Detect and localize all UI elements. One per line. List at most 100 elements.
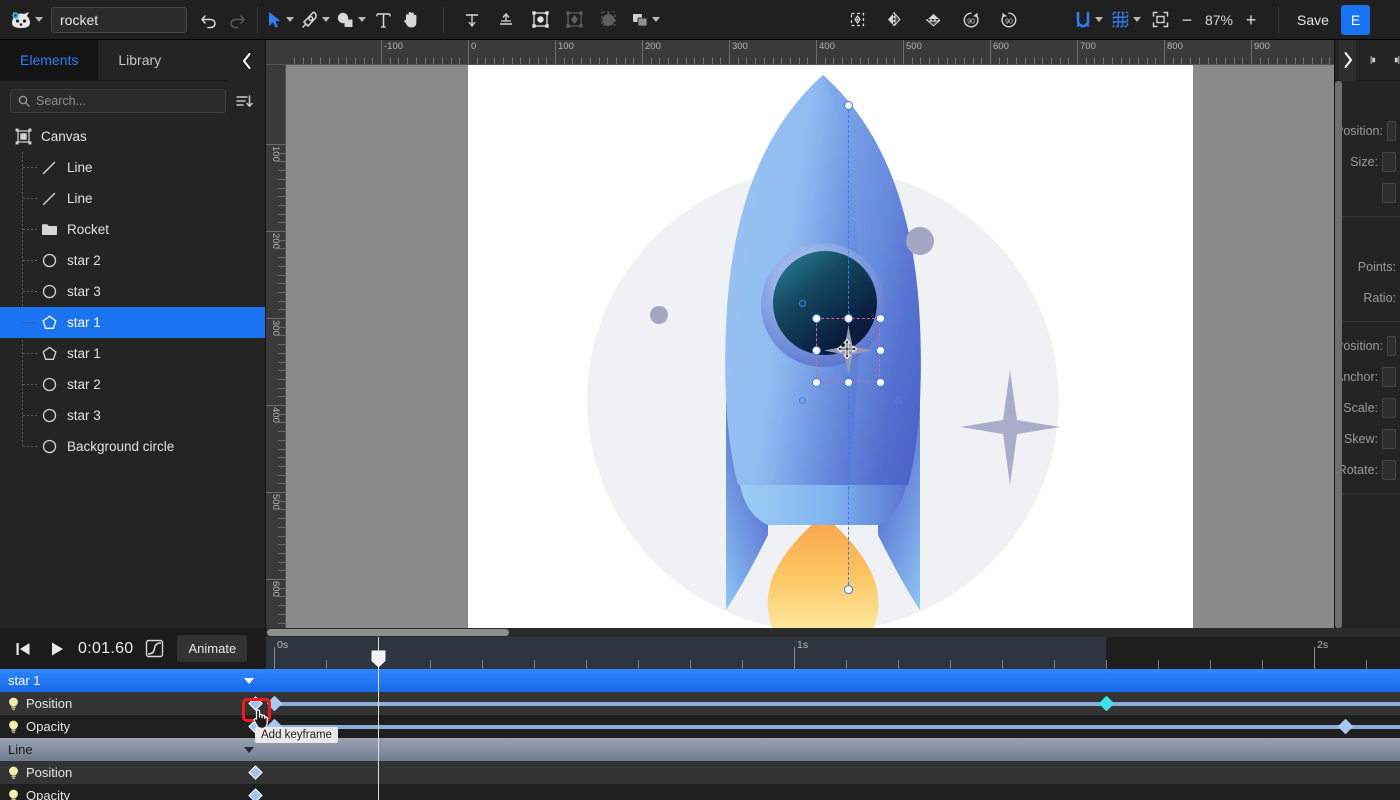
stopwatch-bulb-icon[interactable] [8, 697, 19, 711]
save-button[interactable]: Save [1285, 6, 1341, 34]
align-left-icon[interactable] [1370, 52, 1378, 68]
vertical-ruler[interactable]: 100 200 300 400 500 600 [266, 65, 286, 628]
keyframe-track[interactable] [266, 784, 1400, 800]
shape-tool-button[interactable] [333, 5, 369, 35]
track-group-chevron-down-icon[interactable] [244, 678, 254, 684]
tree-item-star-2[interactable]: star 2 [0, 369, 265, 400]
track-group-chevron-down-icon[interactable] [244, 747, 254, 753]
filename-input[interactable] [51, 6, 187, 33]
stopwatch-bulb-icon[interactable] [8, 766, 19, 780]
sort-list-button[interactable] [234, 92, 255, 111]
scale-handle-tc[interactable] [844, 314, 853, 323]
property-input[interactable] [1386, 335, 1396, 356]
keyframe-track[interactable] [266, 692, 1400, 715]
track-property-opacity[interactable]: Opacity [0, 715, 1400, 738]
easing-curve-button[interactable] [141, 636, 167, 662]
scale-handle-mr[interactable] [876, 346, 885, 355]
property-input[interactable] [1382, 182, 1396, 203]
track-property-opacity[interactable]: Opacity [0, 784, 1400, 800]
right-panel-scrollbar[interactable] [1335, 81, 1342, 628]
group-selection-tool-button[interactable] [526, 5, 554, 35]
app-logo-button[interactable] [0, 10, 43, 30]
expand-right-panel-button[interactable] [1339, 40, 1357, 81]
zoom-in-button[interactable]: + [1240, 11, 1262, 29]
tree-item-star-3[interactable]: star 3 [0, 276, 265, 307]
scale-handle-bc[interactable] [844, 378, 853, 387]
scale-handle-ml[interactable] [812, 346, 821, 355]
path-start-point[interactable] [844, 101, 853, 110]
search-box[interactable] [10, 89, 226, 113]
right-panel-scroll-thumb[interactable] [1335, 81, 1342, 628]
track-property-position[interactable]: Position [0, 692, 1400, 715]
property-input[interactable] [1382, 151, 1396, 172]
current-time-label[interactable]: 0:01.60 [78, 640, 133, 658]
tree-item-canvas[interactable]: Canvas [0, 121, 265, 152]
artboard[interactable] [468, 65, 1193, 628]
arrange-tool-chevron-down-icon[interactable] [652, 17, 660, 22]
snap-magnet-toggle-button[interactable] [1071, 5, 1106, 35]
align-middle-tool-button[interactable] [492, 5, 520, 35]
keyframe-span-bar[interactable] [274, 725, 1400, 729]
canvas-area[interactable]: -100 0 100 200 300 400 500 600 700 800 900 100 200 3… [266, 40, 1334, 628]
tree-item-star-2[interactable]: star 2 [0, 245, 265, 276]
export-button[interactable]: E [1340, 4, 1371, 35]
track-group-star-1[interactable]: star 1 [0, 669, 1400, 692]
property-input[interactable] [1382, 428, 1396, 449]
timeline-ruler[interactable]: 0s 1s 2s [266, 637, 1400, 669]
keyframe-marker[interactable] [1098, 695, 1114, 712]
logo-chevron-down-icon[interactable] [35, 17, 43, 22]
tree-item-star-3[interactable]: star 3 [0, 400, 265, 431]
path-end-point[interactable] [844, 585, 853, 594]
skip-to-start-button[interactable] [10, 636, 36, 662]
select-tool-chevron-down-icon[interactable] [286, 17, 294, 22]
rotate-cw-90-tool-button[interactable]: 90 [995, 5, 1023, 35]
zoom-level-label[interactable]: 87% [1200, 12, 1238, 28]
pen-tool-chevron-down-icon[interactable] [322, 17, 330, 22]
scale-handle-tr[interactable] [876, 314, 885, 323]
mask-tool-button[interactable] [594, 5, 622, 35]
stopwatch-bulb-icon[interactable] [8, 720, 19, 734]
search-input[interactable] [36, 94, 218, 108]
shape-tool-chevron-down-icon[interactable] [358, 17, 366, 22]
tree-item-star-1[interactable]: star 1 [0, 307, 265, 338]
property-input[interactable] [1382, 459, 1396, 480]
hand-tool-button[interactable] [397, 5, 425, 35]
grid-toggle-button[interactable] [1108, 5, 1144, 35]
add-keyframe-button[interactable] [248, 788, 263, 800]
animate-button[interactable]: Animate [177, 635, 248, 662]
timeline-scroll-thumb[interactable] [267, 629, 509, 636]
tree-item-star-1[interactable]: star 1 [0, 338, 265, 369]
tab-elements[interactable]: Elements [0, 40, 99, 80]
keyframe-track[interactable] [266, 761, 1400, 784]
anchor-point-tool-button[interactable] [843, 5, 871, 35]
play-button[interactable] [44, 636, 70, 662]
rotate-handle-tr[interactable] [895, 300, 902, 307]
redo-button[interactable] [223, 5, 251, 35]
distribute-tool-button[interactable] [560, 5, 588, 35]
grid-chevron-down-icon[interactable] [1133, 17, 1141, 22]
fit-to-screen-button[interactable] [1146, 5, 1174, 35]
align-top-tool-button[interactable] [458, 5, 486, 35]
property-input[interactable] [1382, 366, 1396, 387]
scale-handle-tl[interactable] [812, 314, 821, 323]
stopwatch-bulb-icon[interactable] [8, 789, 19, 800]
tree-item-line[interactable]: Line [0, 152, 265, 183]
keyframe-span-bar[interactable] [274, 702, 1400, 706]
track-group-line[interactable]: Line [0, 738, 1400, 761]
playhead-handle[interactable] [371, 650, 386, 668]
tree-item-line[interactable]: Line [0, 183, 265, 214]
property-input[interactable] [1386, 120, 1396, 141]
flip-horizontal-tool-button[interactable] [881, 5, 909, 35]
property-input[interactable] [1382, 397, 1396, 418]
rotate-ccw-90-tool-button[interactable]: 90 [957, 5, 985, 35]
scale-handle-bl[interactable] [812, 378, 821, 387]
text-tool-button[interactable] [369, 5, 397, 35]
scale-handle-br[interactable] [876, 378, 885, 387]
rotate-handle-br[interactable] [895, 397, 902, 404]
align-right-icon[interactable] [1392, 52, 1400, 68]
collapse-left-panel-button[interactable] [229, 40, 265, 81]
rotate-handle-bl[interactable] [799, 397, 806, 404]
undo-button[interactable] [195, 5, 223, 35]
arrange-tool-button[interactable] [628, 5, 663, 35]
add-keyframe-button[interactable] [248, 765, 263, 780]
